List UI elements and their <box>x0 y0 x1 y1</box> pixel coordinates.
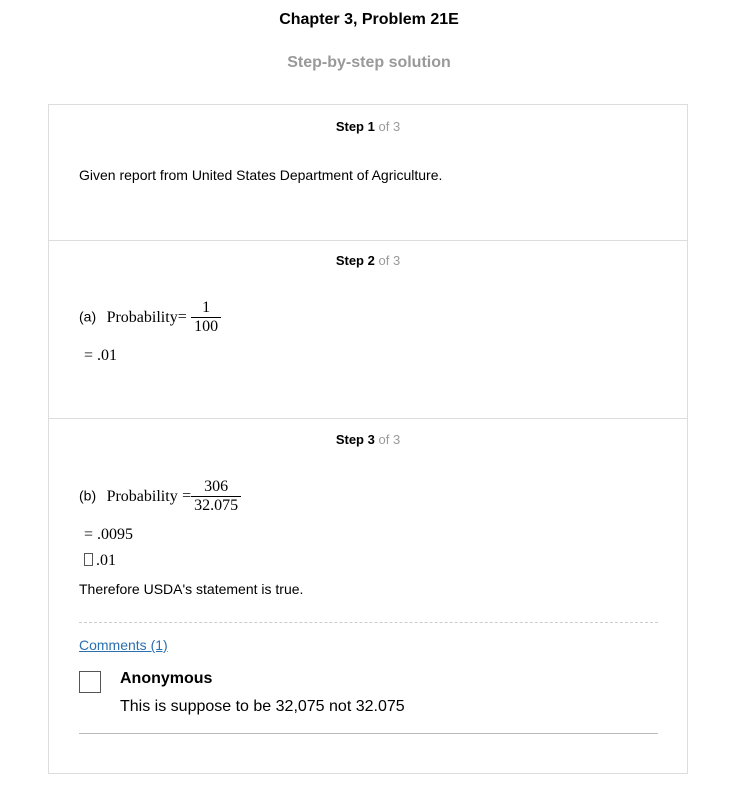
solution-card: Step 1 of 3 Given report from United Sta… <box>48 104 688 774</box>
fraction-numerator: 1 <box>191 299 222 318</box>
part-b-label: (b) <box>79 487 97 504</box>
equals-sign: = <box>177 308 187 326</box>
step-3-approx-value: .01 <box>96 552 116 569</box>
step-3-approx: .01 <box>84 552 116 570</box>
approx-symbol-icon <box>84 553 93 566</box>
step-3-label: Step <box>335 432 364 447</box>
fraction-denominator: 32.075 <box>194 497 239 514</box>
comments-divider <box>79 622 658 623</box>
step-2-result: = .01 <box>84 347 118 364</box>
equals-sign: = <box>182 487 192 505</box>
step-1-number: 1 <box>367 119 375 134</box>
step-divider <box>49 240 687 241</box>
step-2-header: Step 2 of 3 <box>49 253 687 268</box>
probability-label: Probability <box>106 487 178 505</box>
fraction-denominator: 100 <box>194 318 219 335</box>
step-2-label: Step <box>335 253 364 268</box>
comment-author: Anonymous <box>120 670 213 687</box>
fraction: 306 32.075 <box>191 478 242 515</box>
fraction-numerator: 306 <box>191 478 242 497</box>
step-3-conclusion: Therefore USDA's statement is true. <box>79 581 304 597</box>
step-2-number: 2 <box>367 253 375 268</box>
step-3-result: = .0095 <box>84 526 134 543</box>
avatar-checkbox[interactable] <box>79 671 101 693</box>
page-subtitle: Step-by-step solution <box>287 54 451 71</box>
step-1-text: Given report from United States Departme… <box>79 167 443 183</box>
step-2-equation: (a) Probability= 1 100 <box>79 299 222 336</box>
step-1-of: of 3 <box>378 119 401 134</box>
step-2-of: of 3 <box>378 253 401 268</box>
comments-link[interactable]: Comments (1) <box>79 637 168 653</box>
step-1-header: Step 1 of 3 <box>49 119 687 134</box>
part-a-label: (a) <box>79 308 97 325</box>
probability-label: Probability <box>106 308 178 326</box>
step-3-header: Step 3 of 3 <box>49 432 687 447</box>
fraction: 1 100 <box>191 299 222 336</box>
page-title: Chapter 3, Problem 21E <box>279 11 459 28</box>
step-3-number: 3 <box>367 432 375 447</box>
step-3-of: of 3 <box>378 432 401 447</box>
comment-divider <box>79 733 658 734</box>
comment-text: This is suppose to be 32,075 not 32.075 <box>120 698 405 715</box>
step-divider <box>49 418 687 419</box>
step-1-label: Step <box>335 119 364 134</box>
step-3-equation: (b) Probability = 306 32.075 <box>79 478 242 515</box>
